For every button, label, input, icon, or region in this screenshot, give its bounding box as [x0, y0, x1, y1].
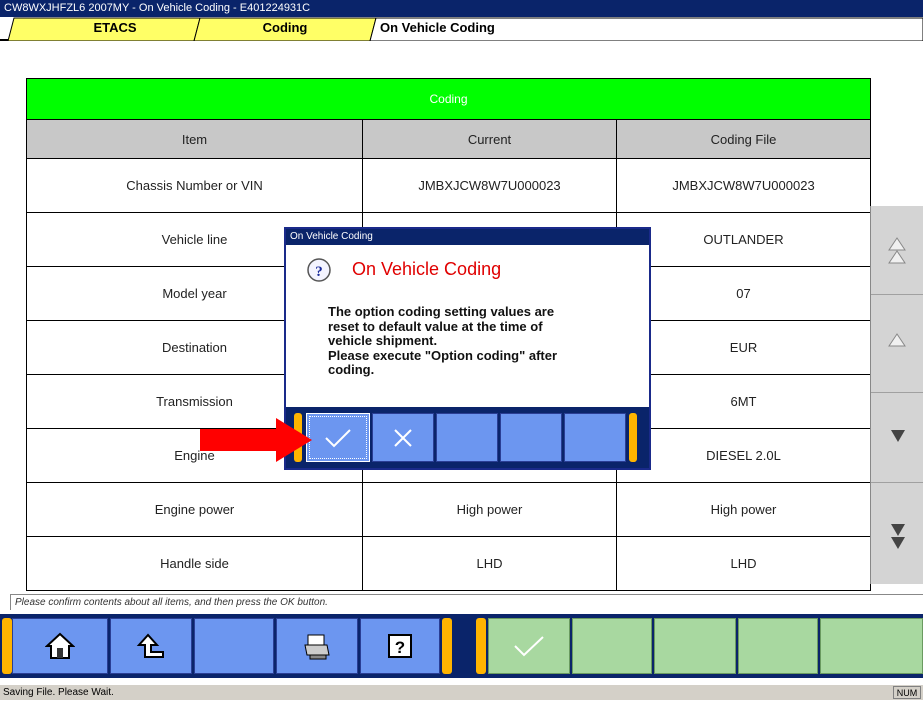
window-title: CW8WXJHFZL6 2007MY - On Vehicle Coding -…	[4, 2, 311, 14]
back-button[interactable]	[110, 618, 192, 674]
toolbar-mid-cap	[442, 618, 452, 674]
svg-text:?: ?	[315, 264, 323, 280]
scroll-controls	[870, 206, 923, 584]
column-header-coding-file: Coding File	[615, 119, 872, 159]
checkmark-icon	[325, 428, 351, 447]
dialog-ok-button[interactable]	[306, 413, 370, 462]
tab-etacs[interactable]: ETACS	[60, 17, 170, 41]
cell-item: Chassis Number or VIN	[26, 158, 363, 213]
svg-text:?: ?	[395, 638, 405, 657]
cell-coding-file: LHD	[615, 536, 872, 591]
cell-item: Handle side	[26, 536, 363, 591]
cell-coding-file: OUTLANDER	[615, 212, 872, 267]
x-mark-icon	[394, 428, 412, 447]
question-icon: ?	[307, 258, 331, 282]
cell-coding-file: JMBXJCW8W7U000023	[615, 158, 872, 213]
cell-coding-file: 07	[615, 266, 872, 321]
toolbar-green-empty-3[interactable]	[738, 618, 818, 674]
toolbar-green-empty-4[interactable]	[820, 618, 923, 674]
num-lock-indicator: NUM	[893, 686, 921, 699]
tab-strip: ETACS Coding On Vehicle Coding	[0, 17, 923, 41]
tab-coding-label: Coding	[262, 20, 308, 35]
page-up-button[interactable]	[871, 206, 923, 295]
dialog-right-cap	[629, 413, 637, 462]
instruction-message: Please confirm contents about all items,…	[10, 594, 923, 610]
scroll-down-button[interactable]	[871, 392, 923, 483]
status-bar: Saving File. Please Wait.	[0, 684, 923, 700]
column-header-current: Current	[362, 119, 617, 159]
cell-current: High power	[362, 482, 617, 537]
print-button[interactable]	[276, 618, 358, 674]
tab-on-vehicle-coding-label: On Vehicle Coding	[380, 20, 495, 35]
dialog-message-line: reset to default value at the time of	[328, 318, 543, 334]
cell-coding-file: EUR	[615, 320, 872, 375]
toolbar-empty-button[interactable]	[194, 618, 274, 674]
up-arrow-icon	[136, 633, 164, 658]
page-down-button[interactable]	[871, 482, 923, 584]
on-vehicle-coding-dialog: On Vehicle Coding ? On Vehicle Coding Th…	[284, 227, 651, 470]
dialog-message-line: Please execute "Option coding" after	[328, 347, 558, 363]
toolbar-left-cap	[2, 618, 12, 674]
dialog-message-line: coding.	[328, 362, 375, 377]
toolbar-green-empty-1[interactable]	[572, 618, 652, 674]
dialog-title-bar: On Vehicle Coding	[286, 229, 649, 245]
dialog-message: The option coding setting values are res…	[328, 304, 638, 378]
bottom-toolbar: ?	[0, 614, 923, 678]
cell-current: JMBXJCW8W7U000023	[362, 158, 617, 213]
table-row: Chassis Number or VIN JMBXJCW8W7U000023 …	[26, 158, 872, 213]
up-triangle-icon	[888, 333, 906, 347]
tab-coding[interactable]: Coding	[230, 17, 340, 41]
status-text: Saving File. Please Wait.	[3, 687, 114, 698]
cell-coding-file: DIESEL 2.0L	[615, 428, 872, 483]
dialog-message-line: The option coding setting values are	[328, 304, 555, 319]
cell-item: Engine power	[26, 482, 363, 537]
help-icon: ?	[388, 634, 412, 658]
help-button[interactable]: ?	[360, 618, 440, 674]
tab-etacs-label: ETACS	[93, 20, 137, 35]
cell-coding-file: 6MT	[615, 374, 872, 429]
dialog-empty-button-1[interactable]	[436, 413, 498, 462]
toolbar-green-empty-2[interactable]	[654, 618, 736, 674]
table-row: Engine power High power High power	[26, 482, 872, 537]
red-arrow-annotation	[200, 418, 312, 462]
scroll-up-button[interactable]	[871, 294, 923, 393]
double-up-triangle-icon	[888, 237, 906, 264]
column-header-item: Item	[26, 119, 363, 159]
dialog-window-title: On Vehicle Coding	[290, 231, 373, 242]
double-down-triangle-icon	[891, 524, 905, 549]
toolbar-right-cap	[476, 618, 486, 674]
checkmark-icon	[514, 636, 544, 657]
dialog-button-bar	[286, 407, 649, 468]
tab-on-vehicle-coding[interactable]: On Vehicle Coding	[380, 17, 530, 41]
dialog-heading: On Vehicle Coding	[352, 259, 502, 279]
home-icon	[45, 632, 75, 659]
section-header: Coding	[25, 78, 872, 120]
cell-current: LHD	[362, 536, 617, 591]
dialog-empty-button-3[interactable]	[564, 413, 626, 462]
printer-icon	[304, 634, 330, 660]
cell-coding-file: High power	[615, 482, 872, 537]
dialog-empty-button-2[interactable]	[500, 413, 562, 462]
home-button[interactable]	[12, 618, 108, 674]
dialog-message-line: vehicle shipment.	[328, 333, 438, 348]
table-row: Handle side LHD LHD	[26, 536, 872, 591]
dialog-cancel-button[interactable]	[372, 413, 434, 462]
down-triangle-icon	[891, 430, 905, 442]
instruction-text: Please confirm contents about all items,…	[15, 597, 328, 608]
window-title-bar: CW8WXJHFZL6 2007MY - On Vehicle Coding -…	[0, 0, 923, 17]
ok-button[interactable]	[488, 618, 570, 674]
